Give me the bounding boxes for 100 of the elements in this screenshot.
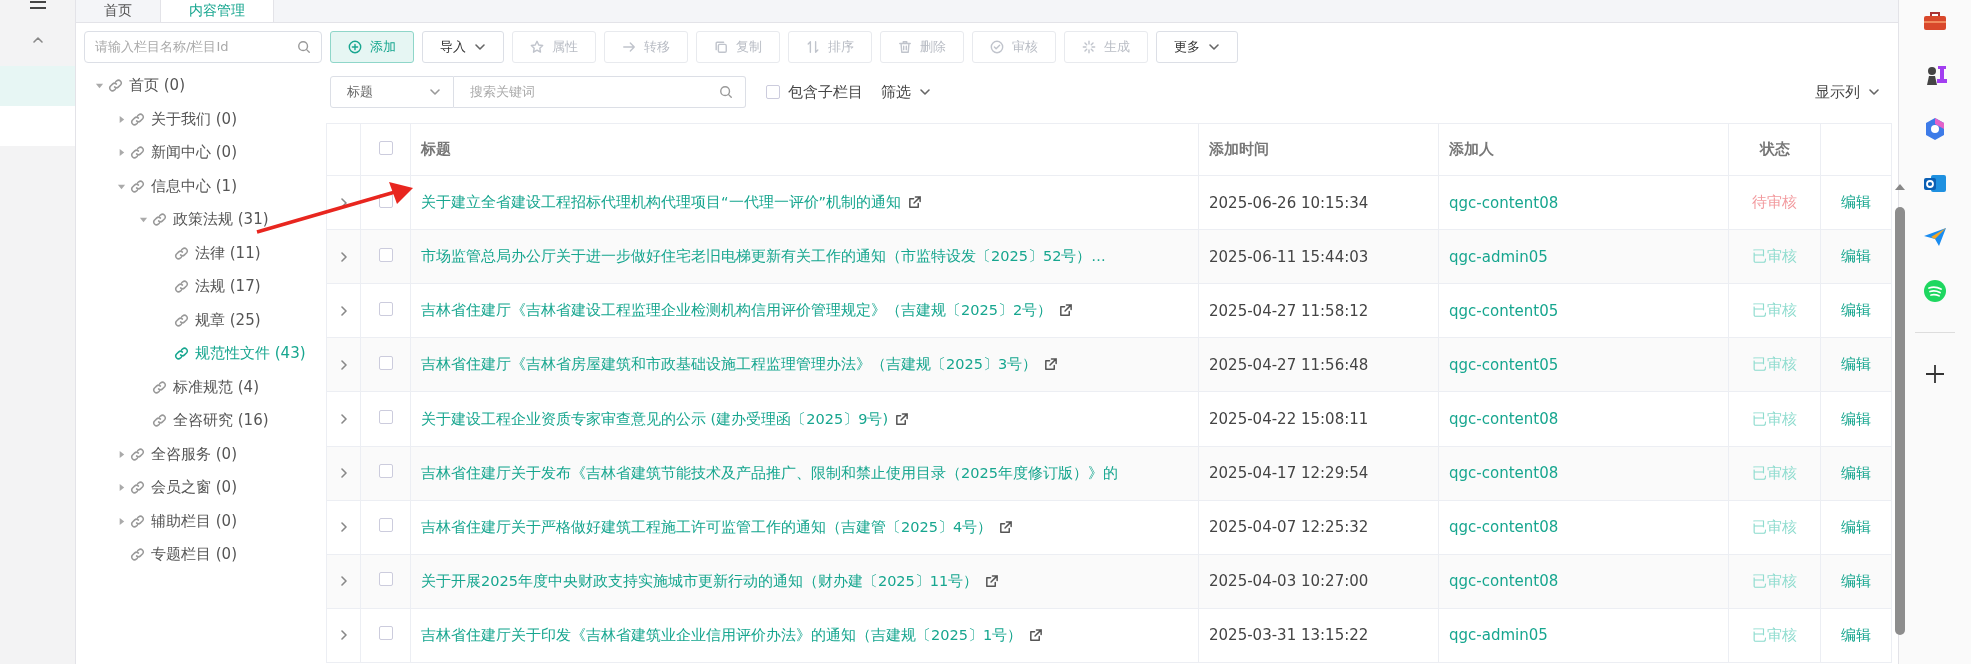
search-field[interactable]: 搜索关键词 bbox=[454, 76, 746, 108]
select-all-checkbox[interactable] bbox=[378, 141, 393, 156]
status-text: 已审核 bbox=[1752, 409, 1797, 428]
time-cell: 2025-03-31 13:15:22 bbox=[1209, 626, 1369, 645]
toolbar-button[interactable]: 导入 bbox=[422, 31, 504, 63]
row-checkbox[interactable] bbox=[378, 410, 393, 424]
tree-item[interactable]: 会员之窗 (0) bbox=[84, 471, 322, 505]
edit-link[interactable]: 编辑 bbox=[1841, 463, 1871, 482]
tab[interactable]: 内容管理 bbox=[161, 0, 274, 22]
time-cell: 2025-06-11 15:44:03 bbox=[1209, 247, 1369, 266]
toolbar-button[interactable]: 更多 bbox=[1156, 31, 1238, 63]
tree-item[interactable]: 新闻中心 (0) bbox=[84, 136, 322, 170]
row-checkbox[interactable] bbox=[378, 572, 393, 587]
columns-menu[interactable]: 显示列 bbox=[1815, 82, 1880, 102]
link-icon bbox=[152, 212, 167, 228]
tree-item[interactable]: 关于我们 (0) bbox=[84, 102, 322, 136]
chevron-right-icon[interactable] bbox=[338, 414, 349, 424]
column-header: 添加人 bbox=[1449, 141, 1494, 158]
copy-icon bbox=[714, 40, 728, 54]
search-icon bbox=[719, 85, 733, 99]
chevron-right-icon[interactable] bbox=[338, 522, 349, 533]
edit-link[interactable]: 编辑 bbox=[1841, 409, 1871, 428]
triangle-down-icon[interactable] bbox=[94, 81, 104, 91]
tree-item[interactable]: 法律 (11) bbox=[84, 236, 322, 270]
search-field[interactable]: 请输入栏目名称/栏目Id bbox=[84, 31, 322, 63]
edit-link[interactable]: 编辑 bbox=[1841, 301, 1871, 320]
row-checkbox[interactable] bbox=[378, 355, 393, 370]
chevron-up-icon[interactable] bbox=[31, 34, 44, 46]
row-checkbox[interactable] bbox=[378, 626, 393, 641]
status-text: 已审核 bbox=[1752, 301, 1797, 320]
status-text: 已审核 bbox=[1752, 517, 1797, 536]
external-link-icon[interactable] bbox=[907, 195, 923, 211]
external-link-icon[interactable] bbox=[984, 573, 1000, 589]
spotify-icon[interactable] bbox=[1922, 278, 1948, 304]
tree-item[interactable]: 专题栏目 (0) bbox=[84, 538, 322, 572]
link-icon bbox=[174, 346, 189, 362]
checkbox-label[interactable]: 包含子栏目 bbox=[788, 82, 863, 102]
link-icon bbox=[130, 513, 145, 529]
chevron-down-icon bbox=[474, 41, 486, 53]
filter-menu[interactable]: 筛选 bbox=[881, 82, 931, 102]
chevron-right-icon[interactable] bbox=[338, 251, 349, 262]
author-cell: qgc-admin05 bbox=[1449, 247, 1548, 266]
check-circle-icon bbox=[990, 40, 1004, 54]
link-icon bbox=[152, 413, 167, 429]
field-select[interactable]: 标题 bbox=[330, 76, 454, 108]
author-cell: qgc-admin05 bbox=[1449, 626, 1548, 645]
time-cell: 2025-04-07 12:25:32 bbox=[1209, 518, 1369, 537]
row-checkbox[interactable] bbox=[378, 247, 393, 262]
row-checkbox[interactable] bbox=[378, 518, 393, 533]
chevron-down-icon bbox=[429, 86, 441, 98]
link-icon bbox=[152, 379, 167, 395]
tree-item[interactable]: 首页 (0) bbox=[84, 69, 322, 103]
search-icon bbox=[297, 40, 311, 54]
author-cell: qgc-content08 bbox=[1449, 518, 1559, 537]
toolbar-button[interactable]: 添加 bbox=[330, 31, 414, 63]
status-text: 已审核 bbox=[1752, 463, 1797, 482]
edit-link[interactable]: 编辑 bbox=[1841, 517, 1871, 536]
scroll-up-icon[interactable] bbox=[1894, 183, 1906, 191]
chevron-right-icon[interactable] bbox=[338, 305, 349, 316]
edit-link[interactable]: 编辑 bbox=[1841, 571, 1871, 590]
sort-icon bbox=[806, 40, 820, 54]
external-link-icon[interactable] bbox=[894, 411, 910, 427]
chevron-right-icon[interactable] bbox=[338, 197, 349, 208]
tree-item[interactable]: 全咨研究 (16) bbox=[84, 404, 322, 438]
edit-link[interactable]: 编辑 bbox=[1841, 355, 1871, 374]
tree-item[interactable]: 全咨服务 (0) bbox=[84, 437, 322, 471]
external-link-icon[interactable] bbox=[1043, 357, 1059, 373]
row-checkbox[interactable] bbox=[378, 301, 393, 316]
link-icon bbox=[130, 145, 145, 161]
tree-item[interactable]: 规章 (25) bbox=[84, 303, 322, 337]
chevron-right-icon[interactable] bbox=[338, 468, 349, 479]
tree-item[interactable]: 政策法规 (31) bbox=[84, 203, 322, 237]
chevron-right-icon[interactable] bbox=[338, 630, 349, 641]
edit-link[interactable]: 编辑 bbox=[1841, 625, 1871, 644]
menu-icon[interactable] bbox=[27, 0, 48, 10]
link-icon bbox=[130, 480, 145, 496]
tree-item[interactable]: 规范性文件 (43) bbox=[84, 337, 322, 371]
external-link-icon[interactable] bbox=[1058, 303, 1074, 319]
scrollbar-thumb[interactable] bbox=[1895, 207, 1905, 635]
checkbox[interactable] bbox=[766, 85, 780, 99]
chevron-right-icon[interactable] bbox=[338, 576, 349, 587]
link-icon bbox=[174, 312, 189, 328]
tree-item[interactable]: 辅助栏目 (0) bbox=[84, 504, 322, 538]
time-cell: 2025-04-27 11:56:48 bbox=[1209, 355, 1369, 374]
time-cell: 2025-06-26 10:15:34 bbox=[1209, 193, 1369, 212]
edit-link[interactable]: 编辑 bbox=[1841, 193, 1871, 212]
chevron-right-icon[interactable] bbox=[338, 359, 349, 370]
column-header: 标题 bbox=[421, 141, 451, 158]
external-link-icon[interactable] bbox=[1028, 627, 1044, 643]
link-icon bbox=[130, 446, 145, 462]
triangle-down-icon[interactable] bbox=[138, 215, 148, 225]
link-icon bbox=[174, 245, 189, 261]
row-checkbox[interactable] bbox=[378, 464, 393, 479]
tree-item[interactable]: 信息中心 (1) bbox=[84, 169, 322, 203]
tree-item[interactable]: 法规 (17) bbox=[84, 270, 322, 304]
tree-item[interactable]: 标准规范 (4) bbox=[84, 370, 322, 404]
status-text: 已审核 bbox=[1752, 625, 1797, 644]
spinner-icon bbox=[1082, 40, 1096, 54]
external-link-icon[interactable] bbox=[998, 519, 1014, 535]
edit-link[interactable]: 编辑 bbox=[1841, 247, 1871, 266]
